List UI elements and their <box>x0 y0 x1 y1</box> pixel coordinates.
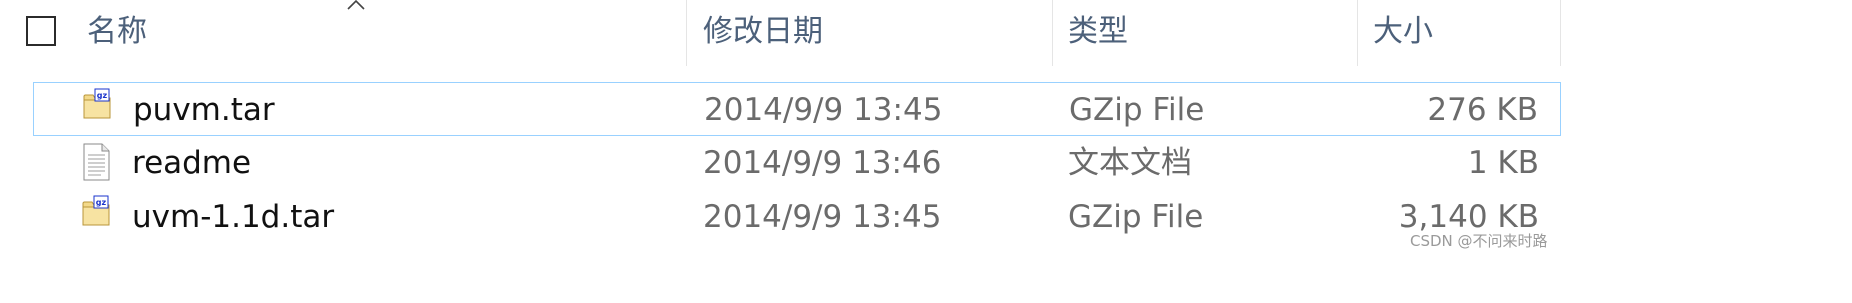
text-document-icon <box>83 143 110 181</box>
file-modified-date: 2014/9/9 13:45 <box>704 92 943 128</box>
file-name[interactable]: uvm-1.1d.tar <box>132 190 334 244</box>
file-type: GZip File <box>1069 92 1205 128</box>
gz-archive-icon: gz <box>83 88 111 119</box>
column-header-modified[interactable]: 修改日期 <box>703 0 823 66</box>
file-row[interactable]: readme 2014/9/9 13:46 文本文档 1 KB <box>33 136 1561 190</box>
column-divider[interactable] <box>1052 0 1053 66</box>
file-name[interactable]: puvm.tar <box>133 83 275 137</box>
column-divider[interactable] <box>1560 0 1561 66</box>
chevron-up-icon[interactable] <box>347 0 365 10</box>
column-divider[interactable] <box>1357 0 1358 66</box>
file-size: 276 KB <box>1427 92 1538 128</box>
file-modified-date: 2014/9/9 13:46 <box>703 145 942 181</box>
file-size: 1 KB <box>1467 145 1539 181</box>
column-header-type[interactable]: 类型 <box>1068 0 1128 66</box>
column-header-name[interactable]: 名称 <box>87 0 147 66</box>
column-header-bar: 名称 修改日期 类型 大小 <box>0 0 1852 66</box>
svg-text:gz: gz <box>96 198 107 207</box>
file-type: 文本文档 <box>1068 145 1192 181</box>
column-divider[interactable] <box>686 0 687 66</box>
file-name[interactable]: readme <box>132 136 251 190</box>
file-row[interactable]: gz uvm-1.1d.tar 2014/9/9 13:45 GZip File… <box>33 190 1561 244</box>
file-type: GZip File <box>1068 199 1204 235</box>
file-row[interactable]: gz puvm.tar 2014/9/9 13:45 GZip File 276… <box>33 82 1561 136</box>
column-header-size[interactable]: 大小 <box>1373 0 1433 66</box>
file-modified-date: 2014/9/9 13:45 <box>703 199 942 235</box>
gz-archive-icon: gz <box>82 195 110 226</box>
select-all-checkbox[interactable] <box>26 16 56 46</box>
watermark-text: CSDN @不问来时路 <box>1410 232 1548 250</box>
svg-text:gz: gz <box>97 91 108 100</box>
